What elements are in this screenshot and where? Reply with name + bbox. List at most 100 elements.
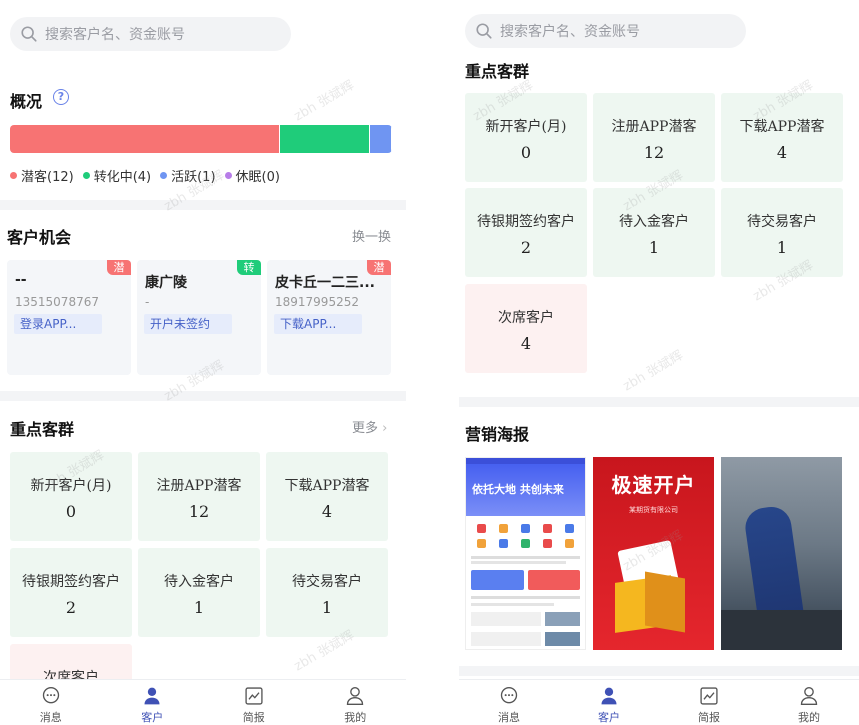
tile-label: 注册APP潜客 — [156, 478, 242, 494]
group-tile[interactable]: 待交易客户 1 — [721, 188, 843, 277]
tab-messages[interactable]: 消息 — [459, 680, 559, 725]
profile-icon — [347, 687, 364, 705]
tile-value: 12 — [643, 143, 665, 162]
tile-value: 1 — [776, 238, 788, 257]
tile-label: 待交易客户 — [747, 214, 817, 230]
customer-status: 开户未签约 — [144, 314, 232, 334]
more-label: 更多 — [352, 421, 379, 436]
tile-value: 1 — [321, 598, 333, 617]
tile-value: 4 — [776, 143, 788, 162]
section-divider — [0, 200, 406, 210]
poster-headline: 依托大地 共创未来 — [472, 483, 564, 496]
search-bar[interactable]: 搜索客户名、资金账号 — [465, 14, 746, 48]
marketing-poster[interactable] — [721, 457, 842, 650]
more-button[interactable]: 更多 › — [352, 417, 387, 436]
marketing-poster[interactable]: 极速开户 某期货有限公司 — [593, 457, 714, 650]
tab-messages[interactable]: 消息 — [0, 680, 102, 725]
tile-value: 4 — [520, 334, 532, 353]
tab-profile[interactable]: 我的 — [305, 680, 407, 725]
tile-label: 下载APP潜客 — [739, 119, 825, 135]
search-icon — [21, 26, 37, 42]
tab-label: 客户 — [141, 711, 164, 724]
group-tile[interactable]: 新开客户(月) 0 — [10, 452, 132, 541]
profile-icon — [800, 687, 818, 705]
section-divider — [459, 397, 859, 407]
search-placeholder: 搜索客户名、资金账号 — [500, 24, 640, 40]
section-divider — [0, 391, 406, 401]
customer-tag: 潜 — [107, 260, 131, 275]
bar-segment-converting — [279, 125, 370, 153]
group-tile[interactable]: 下载APP潜客 4 — [721, 93, 843, 182]
message-icon — [42, 687, 59, 704]
tile-value: 1 — [193, 598, 205, 617]
poster-icon-row — [466, 537, 585, 554]
customer-tag: 转 — [237, 260, 261, 275]
group-tile[interactable]: 待入金客户 1 — [138, 548, 260, 637]
tab-customers[interactable]: 客户 — [102, 680, 204, 725]
group-tile[interactable]: 待银期签约客户 2 — [465, 188, 587, 277]
search-placeholder: 搜索客户名、资金账号 — [45, 27, 185, 43]
distribution-legend: 潜客(12) 转化中(4) 活跃(1) 休眠(0) — [10, 166, 289, 185]
group-tile[interactable]: 注册APP潜客 12 — [593, 93, 715, 182]
tile-label: 次席客户 — [498, 310, 554, 326]
search-icon — [476, 23, 492, 39]
tab-label: 消息 — [498, 711, 520, 724]
group-tile[interactable]: 注册APP潜客 12 — [138, 452, 260, 541]
opportunity-card[interactable]: -- 13515078767 登录APP... 潜 — [7, 260, 131, 375]
watermark: zbh 张斌辉 — [291, 78, 357, 125]
tile-value: 0 — [65, 502, 77, 521]
left-screen: 搜索客户名、资金账号 概况 ? 潜客(12) 转化中(4) 活跃(1) 休眠(0… — [0, 0, 406, 725]
customer-name: 皮卡丘一二三... — [275, 275, 375, 291]
group-tile[interactable]: 下载APP潜客 4 — [266, 452, 388, 541]
tile-value: 2 — [520, 238, 532, 257]
customer-status: 登录APP... — [14, 314, 102, 334]
tab-label: 我的 — [798, 711, 820, 724]
report-icon — [700, 687, 718, 705]
bar-segment-potential — [10, 125, 280, 153]
right-screen: 重点客群 新开客户(月) 0 注册APP潜客 12 下载APP潜客 4 待银期签约客户… — [459, 0, 859, 725]
tab-label: 我的 — [344, 711, 367, 724]
tab-label: 客户 — [598, 711, 620, 724]
refresh-button[interactable]: 换一换 — [352, 226, 391, 245]
tab-label: 消息 — [39, 711, 62, 724]
opportunities-title: 客户机会 — [7, 228, 72, 247]
poster-icon-row — [466, 516, 585, 537]
customer-icon — [144, 687, 160, 705]
tile-value: 0 — [520, 143, 532, 162]
tab-customers[interactable]: 客户 — [559, 680, 659, 725]
tile-label: 待银期签约客户 — [22, 574, 120, 590]
customer-name: -- — [15, 272, 27, 288]
customer-phone: 13515078767 — [15, 295, 99, 309]
tab-label: 简报 — [698, 711, 720, 724]
tab-bar: 消息 客户 简报 我的 — [459, 679, 859, 725]
marketing-title: 营销海报 — [465, 425, 530, 444]
search-bar[interactable]: 搜索客户名、资金账号 — [10, 17, 291, 51]
message-icon — [500, 687, 518, 704]
group-tile[interactable]: 待入金客户 1 — [593, 188, 715, 277]
opportunity-card[interactable]: 康广陵 - 开户未签约 转 — [137, 260, 261, 375]
tile-value: 1 — [648, 238, 660, 257]
report-icon — [245, 687, 263, 705]
tile-label: 新开客户(月) — [485, 119, 567, 135]
section-divider — [459, 666, 859, 676]
tab-profile[interactable]: 我的 — [759, 680, 859, 725]
opportunity-card[interactable]: 皮卡丘一二三... 18917995252 下载APP... 潜 — [267, 260, 391, 375]
tile-label: 待交易客户 — [292, 574, 362, 590]
tile-label: 下载APP潜客 — [284, 478, 370, 494]
tile-value: 12 — [188, 502, 210, 521]
customer-tag: 潜 — [367, 260, 391, 275]
tab-reports[interactable]: 简报 — [659, 680, 759, 725]
tile-label: 待入金客户 — [164, 574, 234, 590]
group-tile[interactable]: 新开客户(月) 0 — [465, 93, 587, 182]
customer-icon — [601, 687, 617, 705]
legend-item: 休眠(0) — [224, 166, 280, 185]
group-tile[interactable]: 待交易客户 1 — [266, 548, 388, 637]
group-tile[interactable]: 待银期签约客户 2 — [10, 548, 132, 637]
tab-label: 简报 — [242, 711, 265, 724]
poster-headline: 极速开户 — [611, 473, 696, 497]
tab-reports[interactable]: 简报 — [203, 680, 305, 725]
help-icon[interactable]: ? — [53, 89, 69, 105]
group-tile[interactable]: 次席客户 4 — [465, 284, 587, 373]
marketing-poster[interactable]: 依托大地 共创未来 — [465, 457, 586, 650]
chevron-right-icon: › — [382, 421, 388, 436]
